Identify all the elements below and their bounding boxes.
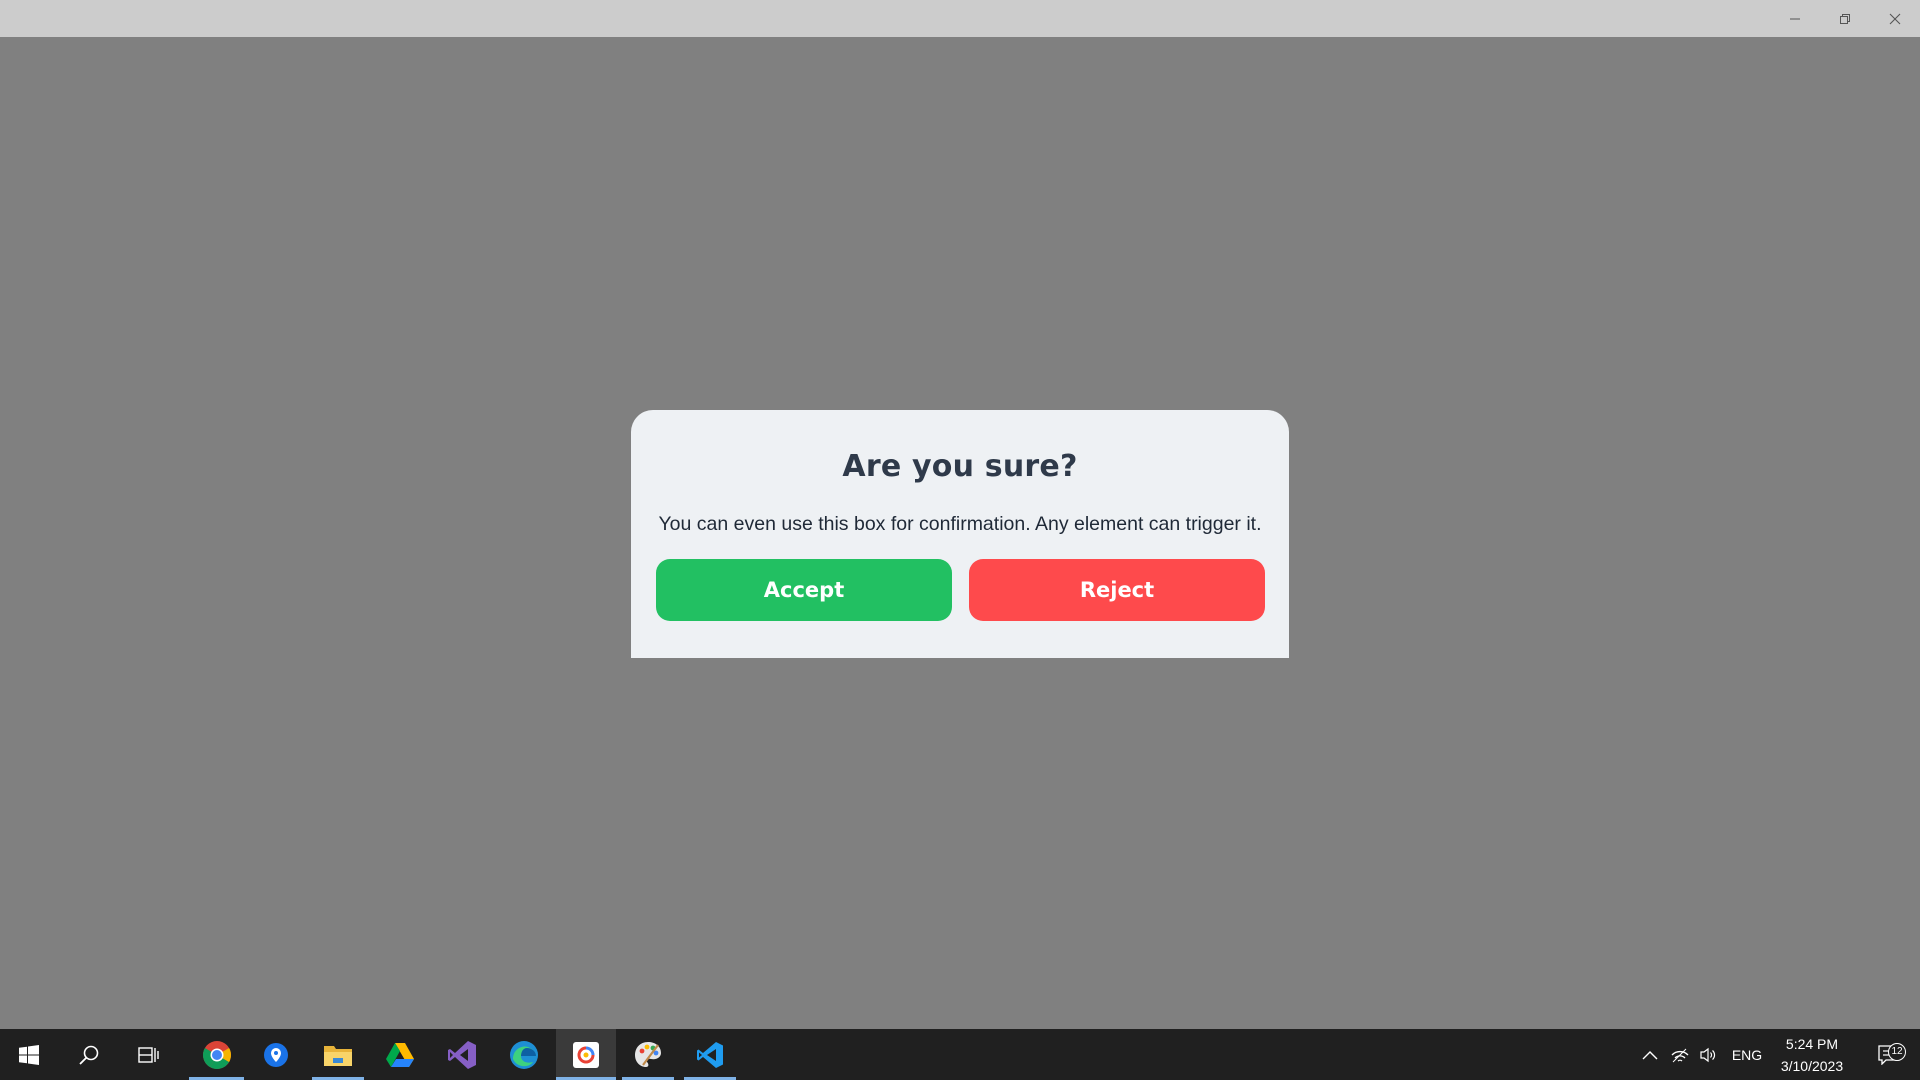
start-button[interactable]	[0, 1029, 58, 1080]
window-controls	[1770, 0, 1920, 37]
wifi-icon	[1671, 1048, 1689, 1062]
network-button[interactable]	[1666, 1029, 1694, 1080]
taskbar-app-file-explorer[interactable]	[312, 1029, 364, 1080]
vscode-icon	[697, 1041, 723, 1068]
clock-time: 5:24 PM	[1785, 1035, 1839, 1052]
minimize-button[interactable]	[1770, 0, 1820, 37]
language-indicator: ENG	[1731, 1046, 1763, 1063]
task-view-button[interactable]	[124, 1029, 174, 1080]
taskbar-app-visual-studio[interactable]	[436, 1029, 488, 1080]
app-icon	[573, 1041, 599, 1068]
maps-pin-icon	[264, 1042, 288, 1067]
reject-button[interactable]: Reject	[969, 559, 1265, 621]
close-icon	[1889, 13, 1901, 24]
chrome-icon	[202, 1040, 231, 1069]
window-titlebar	[0, 0, 1920, 37]
google-drive-icon	[386, 1042, 414, 1067]
taskbar-app-paint[interactable]	[622, 1029, 674, 1080]
clock-date: 3/10/2023	[1780, 1057, 1844, 1074]
volume-button[interactable]	[1694, 1029, 1722, 1080]
file-explorer-icon	[324, 1045, 352, 1066]
taskbar: ENG 5:24 PM 3/10/2023 12	[0, 1029, 1920, 1080]
restore-button[interactable]	[1820, 0, 1870, 37]
task-view-icon	[138, 1046, 159, 1063]
paint-palette-icon	[635, 1041, 661, 1067]
search-icon	[79, 1045, 99, 1065]
taskbar-app-google-drive[interactable]	[374, 1029, 426, 1080]
close-button[interactable]	[1870, 0, 1920, 37]
taskbar-app-chrome[interactable]	[189, 1029, 244, 1080]
dialog-message: You can even use this box for confirmati…	[658, 513, 1262, 535]
search-button[interactable]	[64, 1029, 114, 1080]
confirmation-dialog: Are you sure? You can even use this box …	[631, 410, 1289, 658]
restore-icon	[1840, 13, 1850, 24]
minimize-icon	[1790, 18, 1800, 19]
visual-studio-icon	[448, 1040, 476, 1069]
system-clock[interactable]: 5:24 PM 3/10/2023	[1762, 1029, 1862, 1080]
speaker-icon	[1700, 1047, 1716, 1062]
taskbar-app-active[interactable]	[556, 1029, 616, 1080]
chevron-up-icon	[1642, 1050, 1658, 1059]
edge-icon	[510, 1040, 538, 1069]
taskbar-app-edge[interactable]	[498, 1029, 550, 1080]
show-hidden-icons-button[interactable]	[1636, 1029, 1664, 1080]
notification-count-badge: 12	[1888, 1042, 1906, 1061]
action-center-button[interactable]: 12	[1864, 1029, 1914, 1080]
accept-button[interactable]: Accept	[656, 559, 952, 621]
taskbar-app-vscode[interactable]	[684, 1029, 736, 1080]
start-icon	[19, 1044, 39, 1065]
taskbar-app-maps[interactable]	[250, 1029, 302, 1080]
dialog-title: Are you sure?	[842, 449, 1078, 484]
